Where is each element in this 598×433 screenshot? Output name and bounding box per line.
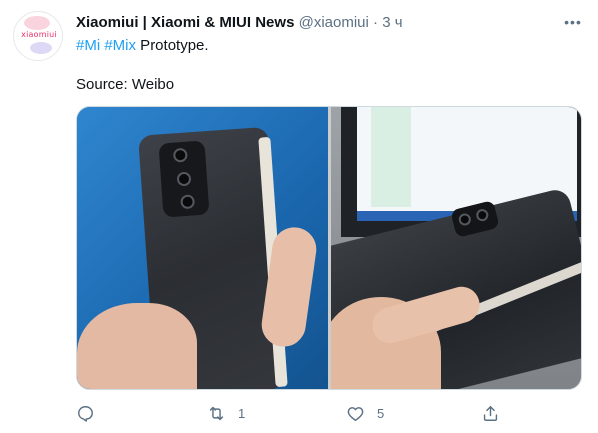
tweet-text-body: Prototype. <box>136 37 209 54</box>
avatar-logo-text: xiaomiui <box>21 30 57 39</box>
separator-dot: · <box>373 14 379 31</box>
retweet-button[interactable]: 1 <box>207 400 245 426</box>
media-photo-left[interactable] <box>77 107 328 389</box>
tweet[interactable]: xiaomiui Xiaomiui | Xiaomi & MIUI News @… <box>0 0 598 433</box>
media-photo-right[interactable] <box>331 107 581 389</box>
media-grid <box>76 106 582 390</box>
hand <box>77 303 197 389</box>
avatar-decoration <box>30 42 52 54</box>
avatar[interactable]: xiaomiui <box>13 11 63 61</box>
retweet-icon <box>209 406 224 420</box>
tweet-header: Xiaomiui | Xiaomi & MIUI News @xiaomiui … <box>76 14 403 34</box>
camera-module <box>158 140 210 218</box>
reply-icon <box>78 405 93 422</box>
tweet-text: #Mi #Mix Prototype. <box>76 36 209 56</box>
like-count: 5 <box>377 405 385 421</box>
share-button[interactable] <box>481 400 500 426</box>
share-icon <box>483 405 498 421</box>
heart-icon <box>347 406 364 421</box>
author-name[interactable]: Xiaomiui | Xiaomi & MIUI News <box>76 14 294 31</box>
author-handle[interactable]: @xiaomiui <box>299 14 369 31</box>
more-icon[interactable]: ••• <box>563 14 583 30</box>
retweet-count: 1 <box>238 405 246 421</box>
timestamp[interactable]: 3 ч <box>382 14 402 31</box>
tweet-actions: 1 5 <box>76 400 582 426</box>
like-button[interactable]: 5 <box>346 400 384 426</box>
reply-button[interactable] <box>76 400 107 426</box>
hashtag-link[interactable]: #Mix <box>104 37 136 54</box>
hashtag-link[interactable]: #Mi <box>76 37 100 54</box>
tweet-text-source: Source: Weibo <box>76 76 175 93</box>
avatar-decoration <box>24 16 50 30</box>
